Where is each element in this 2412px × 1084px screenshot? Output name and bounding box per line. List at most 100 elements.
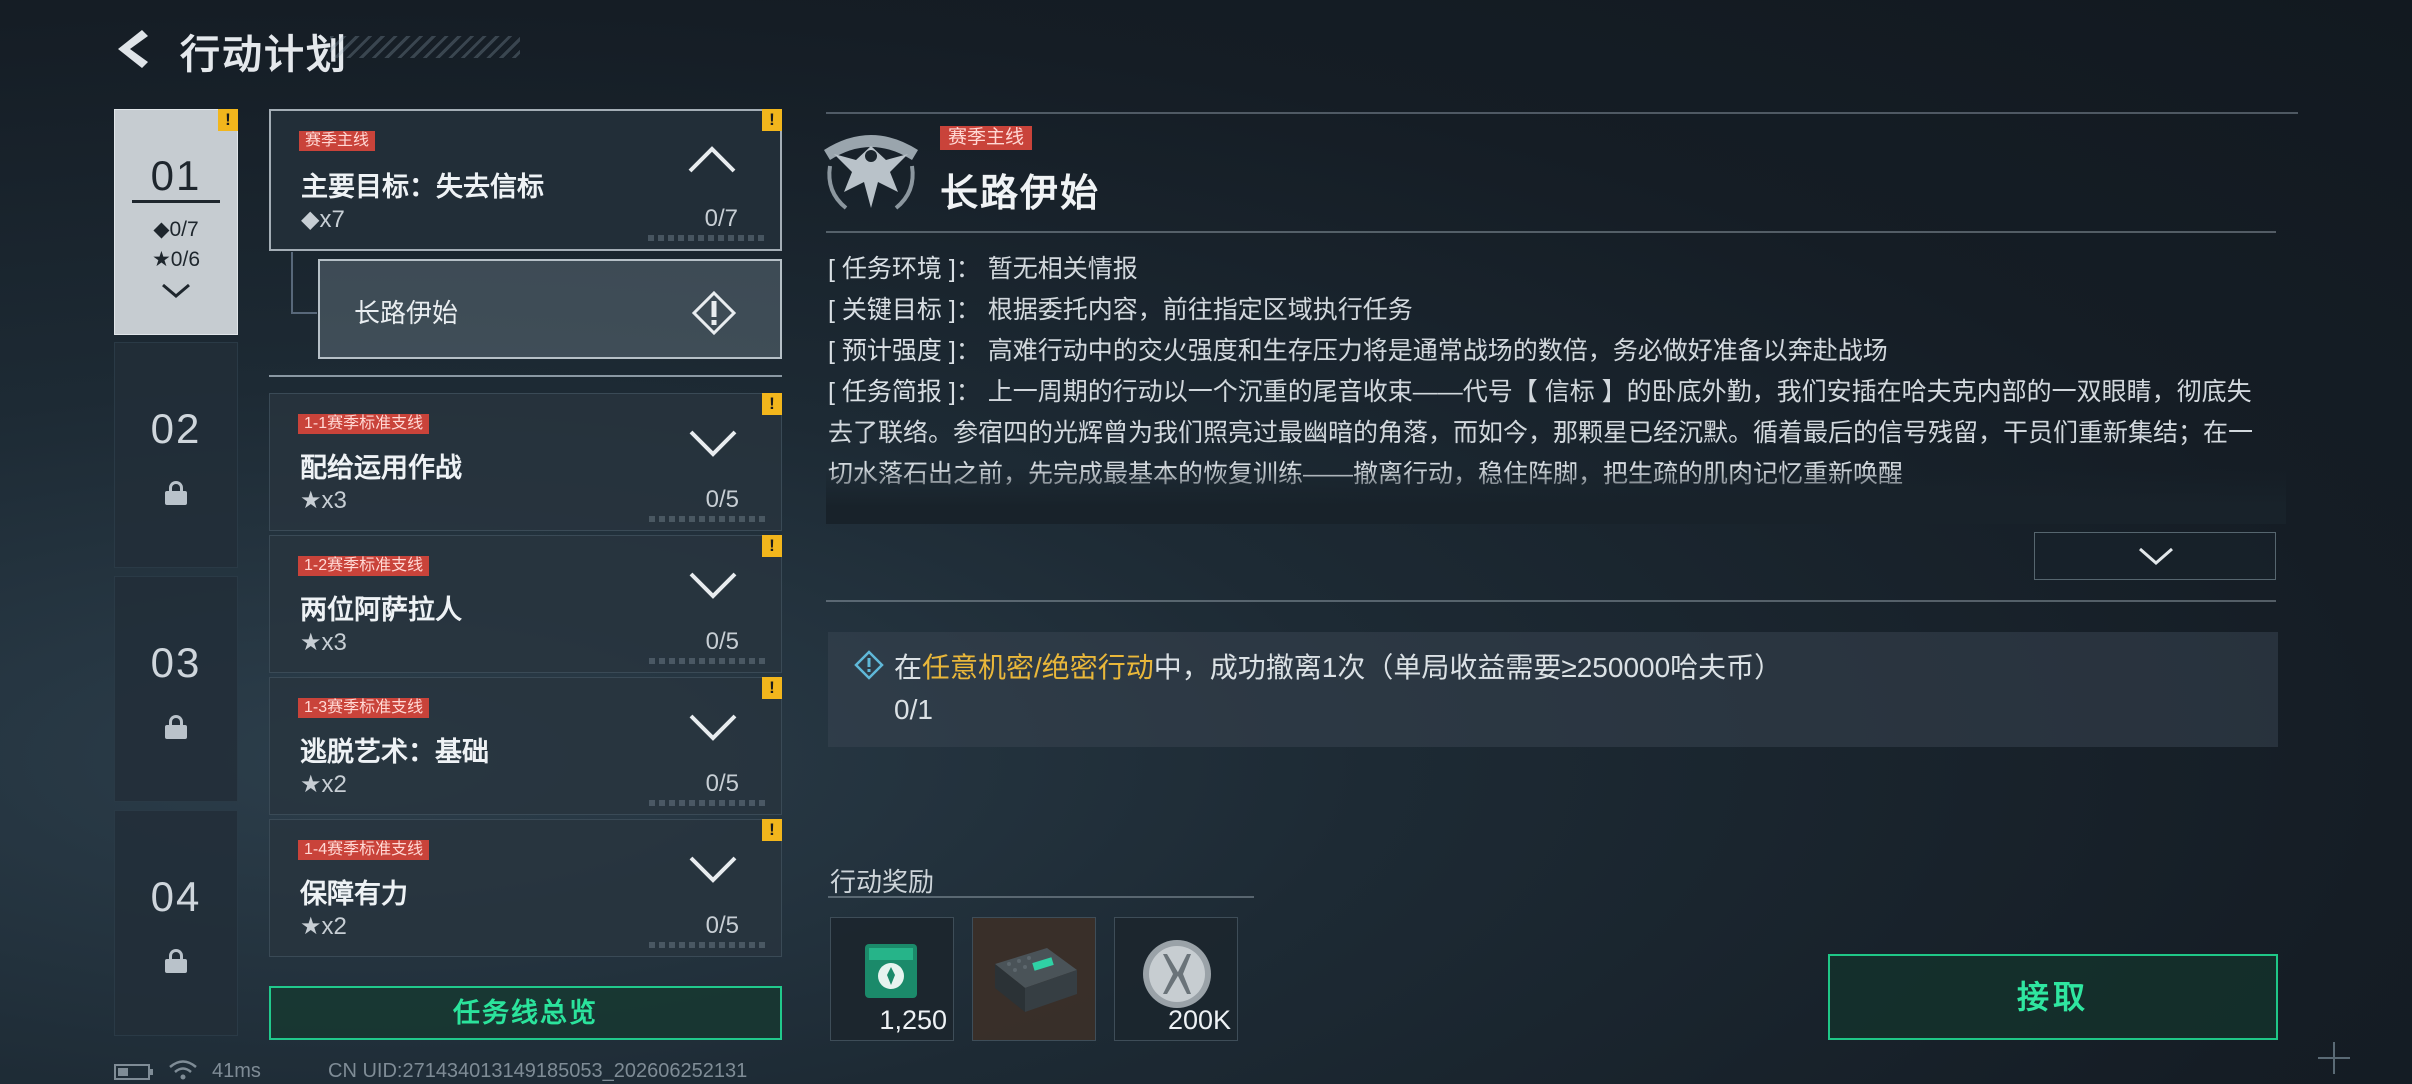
mission-card-1-2[interactable]: 1-2赛季标准支线 两位阿萨拉人 ★x3 0/5 (269, 535, 782, 673)
mission-tag: 1-2赛季标准支线 (298, 556, 430, 576)
rewards-divider (828, 896, 1254, 898)
mission-tag: 1-4赛季标准支线 (298, 840, 430, 860)
env-value: ： 暂无相关情报 (955, 255, 1138, 283)
chapter-tab-03[interactable]: 03 (114, 576, 238, 802)
mission-title: 两位阿萨拉人 (300, 595, 462, 625)
chevron-down-icon[interactable] (687, 706, 739, 746)
briefing-key: [ 任务简报 ] (828, 378, 956, 406)
mission-card-1-1[interactable]: 1-1赛季标准支线 配给运用作战 ★x3 0/5 (269, 393, 782, 531)
wifi-icon (169, 1060, 197, 1080)
mission-alert-badge: ! (762, 677, 782, 699)
mission-progress: 0/5 (705, 770, 739, 797)
mission-title: 逃脱艺术：基础 (300, 737, 489, 767)
list-divider (269, 375, 782, 377)
mission-progress: 0/5 (705, 628, 739, 655)
expand-briefing-button[interactable] (2034, 532, 2276, 580)
accept-button[interactable]: 接取 (1828, 954, 2278, 1040)
mission-reward-count: ◆x7 (301, 206, 345, 233)
reward-amount: 200K (1167, 1005, 1231, 1035)
chevron-down-icon[interactable] (687, 848, 739, 888)
eagle-emblem-icon (824, 135, 918, 210)
tree-connector (291, 252, 317, 314)
intensity-value: ： 高难行动中的交火强度和生存压力将是通常战场的数倍，务必做好准备以奔赴战场 (955, 337, 1888, 365)
detail-title: 长路伊始 (940, 173, 1101, 215)
chevron-down-icon[interactable] (687, 422, 739, 462)
page-title: 行动计划 (180, 33, 348, 77)
chapter-number: 03 (150, 639, 202, 686)
objective-text: 在任意机密/绝密行动中，成功撤离1次（单局收益需要≥250000哈夫币） (894, 646, 1782, 686)
coin-icon (1143, 940, 1211, 1008)
battery-icon (114, 1064, 153, 1080)
reward-slot-merit[interactable]: 1,250 (830, 917, 954, 1041)
objective-prefix: 在 (894, 652, 923, 683)
mission-overview-button[interactable]: 任务线总览 (269, 986, 782, 1040)
mission-title: 主要目标：失去信标 (301, 172, 544, 202)
mission-tag: 1-1赛季标准支线 (298, 414, 430, 434)
env-row: [ 任务环境 ]： 暂无相关情报 (828, 249, 2273, 290)
mission-alert-badge: ! (762, 819, 782, 841)
lock-icon (165, 949, 187, 973)
lock-icon (165, 481, 187, 505)
mission-reward-count: ★x2 (300, 913, 347, 940)
back-arrow-icon[interactable] (112, 26, 158, 72)
lock-icon (165, 715, 187, 739)
goal-key: [ 关键目标 ] (828, 296, 956, 324)
chapter-tab-02[interactable]: 02 (114, 342, 238, 568)
objective-mode-highlight: 任意机密/绝密行动 (922, 652, 1154, 683)
chevron-down-icon[interactable] (159, 281, 193, 301)
intensity-key: [ 预计强度 ] (828, 337, 956, 365)
chevron-down-icon[interactable] (687, 564, 739, 604)
mission-title: 配给运用作战 (300, 453, 462, 483)
chapter-tab-01[interactable]: 01 ◆0/7 ★0/6 (114, 109, 238, 335)
mission-reward-count: ★x3 (300, 487, 347, 514)
reward-slot-case[interactable] (972, 917, 1096, 1041)
detail-title-divider (826, 231, 2276, 233)
mission-card-1-4[interactable]: 1-4赛季标准支线 保障有力 ★x2 0/5 (269, 819, 782, 957)
objective-progress: 0/1 (894, 694, 933, 725)
mission-alert-badge: ! (762, 393, 782, 415)
chapter-star-stat: ★0/6 (151, 248, 201, 271)
sub-mission-item[interactable]: 长路伊始 (318, 259, 782, 359)
mission-card-main[interactable]: 赛季主线 主要目标：失去信标 ◆x7 0/7 (269, 109, 782, 251)
env-key: [ 任务环境 ] (828, 255, 956, 283)
card-decoration (649, 516, 769, 522)
chapter-number: 02 (150, 405, 202, 452)
rewards-title: 行动奖励 (830, 867, 935, 897)
chapter-divider (132, 200, 220, 203)
uid-readout: CN UID:271434013149185053_202606252131 (328, 1060, 748, 1082)
intensity-row: [ 预计强度 ]： 高难行动中的交火强度和生存压力将是通常战场的数倍，务必做好准… (828, 331, 2273, 372)
mission-alert-badge: ! (762, 535, 782, 557)
mission-card-1-3[interactable]: 1-3赛季标准支线 逃脱艺术：基础 ★x2 0/5 (269, 677, 782, 815)
card-decoration (649, 942, 769, 948)
mission-tag: 赛季主线 (299, 131, 376, 151)
detail-top-divider (826, 112, 2298, 114)
chapter-tab-04[interactable]: 04 (114, 810, 238, 1036)
goal-row: [ 关键目标 ]： 根据委托内容，前往指定区域执行任务 (828, 290, 2273, 331)
reward-amount: 1,250 (879, 1005, 947, 1035)
mission-progress: 0/7 (704, 205, 738, 232)
merit-badge-icon (865, 944, 917, 998)
chapter-alert-badge: ! (218, 109, 238, 131)
card-decoration (649, 658, 769, 664)
section-divider (826, 600, 2276, 602)
title-decoration (330, 36, 520, 58)
goal-value: ： 根据委托内容，前往指定区域执行任务 (955, 296, 1413, 324)
mission-progress: 0/5 (705, 912, 739, 939)
crosshair-icon (2318, 1042, 2350, 1074)
sub-mission-label: 长路伊始 (354, 298, 459, 328)
info-diamond-icon (854, 650, 884, 680)
objective-suffix: 中，成功撤离1次（单局收益需要≥250000哈夫币） (1153, 652, 1783, 683)
chevron-up-icon[interactable] (686, 139, 738, 179)
ping-readout: 41ms (212, 1060, 261, 1082)
chapter-diamond-stat: ◆0/7 (153, 218, 199, 241)
reward-slot-coins[interactable]: 200K (1114, 917, 1238, 1041)
mission-reward-count: ★x3 (300, 629, 347, 656)
briefing-fade (826, 468, 2286, 524)
mission-title: 保障有力 (300, 879, 408, 909)
chevron-down-icon (2139, 547, 2173, 565)
mission-alert-badge: ! (762, 109, 782, 131)
chapter-number: 01 (150, 152, 202, 199)
equipment-case-icon (995, 948, 1077, 1012)
mission-tag: 1-3赛季标准支线 (298, 698, 430, 718)
detail-tag: 赛季主线 (940, 126, 1033, 150)
